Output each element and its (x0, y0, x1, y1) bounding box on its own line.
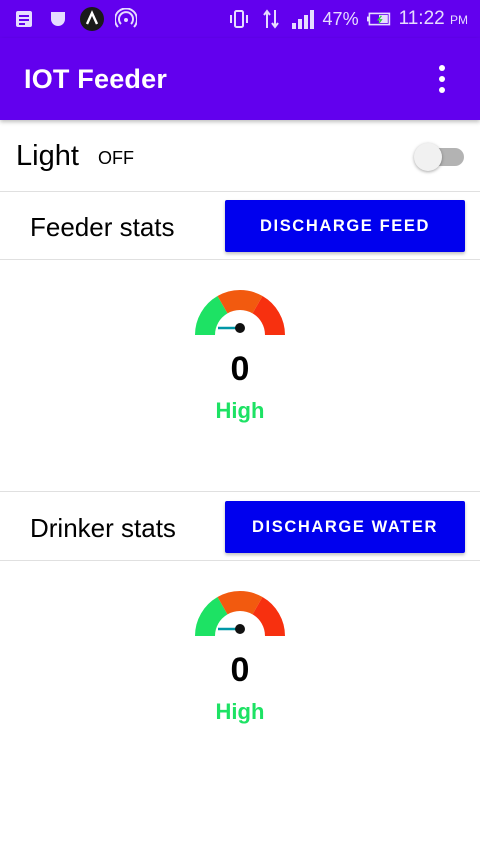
switch-thumb (414, 143, 442, 171)
light-label: Light (16, 140, 79, 172)
drinker-title: Drinker stats (30, 513, 176, 543)
signal-icon (291, 7, 315, 31)
sd-card-icon (46, 7, 70, 31)
light-row: Light OFF (0, 122, 480, 192)
drinker-level: High (215, 699, 265, 724)
battery-icon (366, 7, 391, 31)
app-title: IOT Feeder (24, 63, 168, 94)
drinker-header: Drinker stats DISCHARGE WATER (0, 493, 480, 561)
battery-percent: 47% (322, 8, 359, 29)
more-vert-icon[interactable] (434, 65, 450, 93)
drinker-value: 0 (230, 651, 250, 689)
section-divider (0, 491, 480, 492)
app-bar: IOT Feeder (0, 38, 480, 120)
feeder-gauge-dial (195, 290, 285, 335)
app-icon (80, 7, 104, 31)
light-state: OFF (98, 148, 134, 168)
light-toggle-switch[interactable] (414, 142, 466, 172)
status-bar: 47% 11:22 PM (0, 0, 480, 38)
data-arrows-icon (259, 7, 283, 31)
discharge-feed-button[interactable]: DISCHARGE FEED (225, 200, 465, 252)
feeder-title: Feeder stats (30, 212, 175, 242)
drinker-gauge-dial (195, 591, 285, 636)
feeder-value: 0 (230, 350, 250, 388)
discharge-water-button[interactable]: DISCHARGE WATER (225, 501, 465, 553)
feeder-level: High (215, 398, 265, 423)
drinker-gauge: 0 High (180, 589, 300, 729)
vibrate-icon (227, 7, 251, 31)
notification-icon (12, 7, 36, 31)
feeder-header: Feeder stats DISCHARGE FEED (0, 192, 480, 260)
feeder-gauge: 0 High (180, 288, 300, 428)
clock: 11:22 PM (398, 8, 468, 29)
hotspot-icon (114, 7, 138, 31)
